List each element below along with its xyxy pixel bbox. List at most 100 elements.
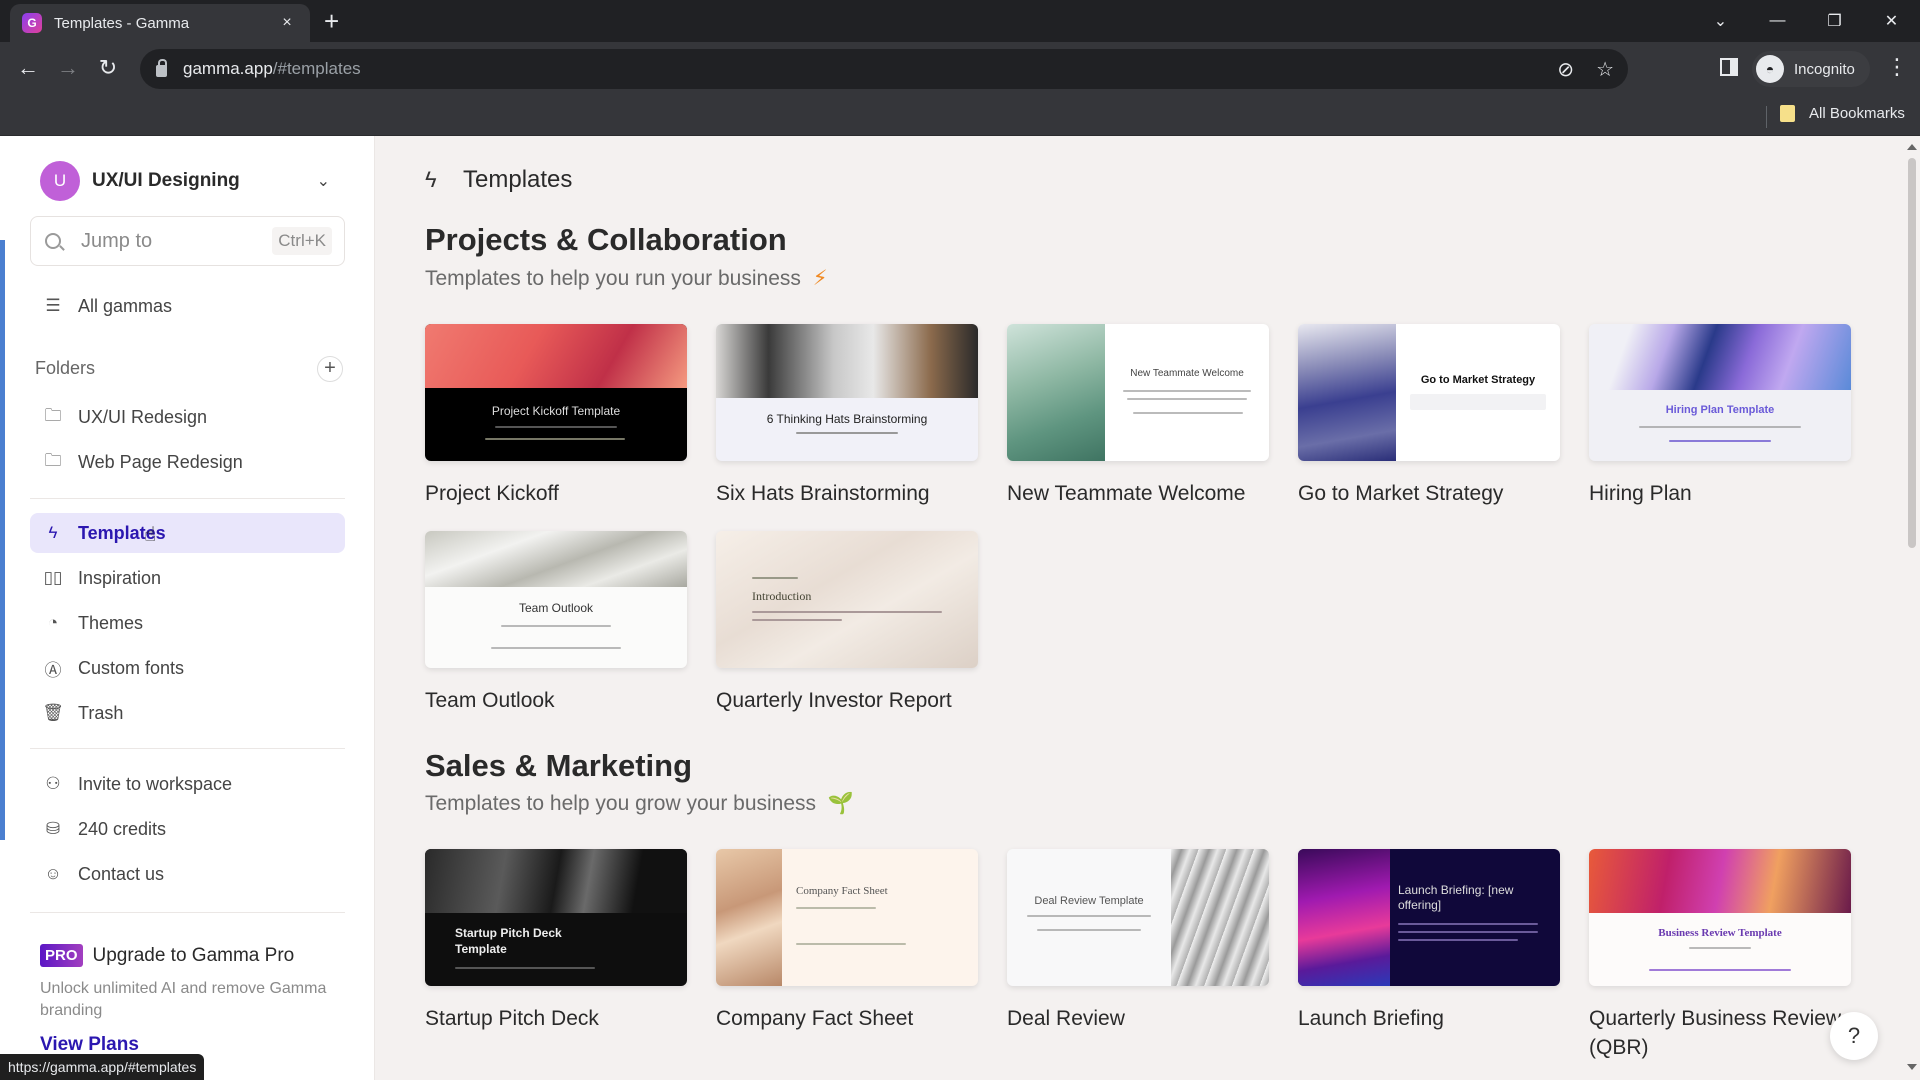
sidebar-item-custom-fonts[interactable]: Ⓐ Custom fonts [30,648,345,688]
template-card-deal-review[interactable]: Deal Review Template Deal Review [1007,849,1269,1033]
section-subtitle-projects: Templates to help you run your business … [425,266,827,291]
template-card-six-hats[interactable]: 6 Thinking Hats Brainstorming Six Hats B… [716,324,978,508]
thumbnail-title: Team Outlook [518,601,594,615]
section-subtitle-text: Templates to help you run your business [425,267,801,290]
close-window-icon[interactable]: ✕ [1863,11,1920,31]
template-card-qbr[interactable]: Business Review Template Quarterly Busin… [1589,849,1869,1062]
restore-icon[interactable]: ❐ [1806,11,1863,31]
template-card-go-to-market[interactable]: Go to Market Strategy Go to Market Strat… [1298,324,1560,508]
template-card-company-fact-sheet[interactable]: Company Fact Sheet Company Fact Sheet [716,849,978,1033]
browser-tab[interactable]: G Templates - Gamma × [10,4,310,42]
close-tab-button[interactable]: × [276,14,298,32]
forward-icon[interactable]: → [54,55,82,81]
reload-icon[interactable]: ↻ [94,55,122,81]
font-icon: Ⓐ [44,660,62,680]
page-header: ϟ Templates [425,166,572,194]
template-label: Six Hats Brainstorming [716,482,930,505]
bookmark-folder-icon [1780,105,1795,122]
incognito-profile-button[interactable]: ◓ Incognito [1752,51,1870,87]
back-icon[interactable]: ← [14,55,42,81]
sidebar-item-contact[interactable]: ☺ Contact us [30,854,345,894]
workspace-switcher[interactable]: U UX/UI Designing ⌄ [40,160,330,202]
template-label: Go to Market Strategy [1298,482,1504,505]
minimize-icon[interactable]: — [1749,12,1806,30]
template-card-startup-pitch[interactable]: Startup Pitch Deck Template Startup Pitc… [425,849,687,1033]
sidebar-item-all-gammas[interactable]: ☰ All gammas [30,286,345,326]
window-controls: ⌄ — ❐ ✕ [1692,0,1920,42]
sidebar-item-label: Themes [78,612,144,633]
sidebar-item-credits[interactable]: ⛁ 240 credits [30,809,345,849]
template-label: Deal Review [1007,1007,1125,1030]
thumbnail-title: Go to Market Strategy [1420,374,1536,386]
page-title: Templates [463,166,573,193]
all-bookmarks-button[interactable]: All Bookmarks [1780,105,1905,122]
sidebar-item-label: Invite to workspace [78,773,233,794]
search-icon [45,233,61,249]
coins-icon: ⛁ [45,819,61,838]
status-bar-url: https://gamma.app/#templates [0,1054,205,1080]
template-label: New Teammate Welcome [1007,482,1246,505]
section-subtitle-text: Templates to help you grow your business [425,792,817,815]
kebab-menu-icon[interactable]: ⋮ [1886,54,1908,80]
lightning-icon: ϟ [425,167,437,192]
folder-icon: 🗀 [44,405,62,425]
thumbnail-title: Startup Pitch Deck Template [455,926,562,956]
sidebar-item-folder-web-page-redesign[interactable]: 🗀 Web Page Redesign [30,442,345,482]
scroll-thumb[interactable] [1908,158,1916,548]
template-card-launch-briefing[interactable]: Launch Briefing: [new offering] Launch B… [1298,849,1560,1033]
template-card-team-outlook[interactable]: Team Outlook Team Outlook [425,531,687,715]
url-host: gamma.app [183,59,273,78]
template-thumbnail: Go to Market Strategy [1298,324,1560,461]
side-panel-icon[interactable] [1720,58,1738,76]
thumbnail-title: 6 Thinking Hats Brainstorming [766,412,928,426]
thumbnail-title: Hiring Plan Template [1665,404,1775,416]
page-scrollbar[interactable] [1904,136,1920,1080]
palette-icon: ◔ [47,613,59,632]
template-thumbnail: Launch Briefing: [new offering] [1298,849,1560,986]
scroll-down-arrow-icon[interactable] [1907,1064,1917,1070]
template-thumbnail: 6 Thinking Hats Brainstorming [716,324,978,461]
sidebar-item-themes[interactable]: ◔ Themes [30,603,345,643]
tab-search-icon[interactable]: ⌄ [1692,11,1749,31]
template-thumbnail: New Teammate Welcome [1007,324,1269,461]
add-folder-button[interactable]: + [317,356,343,382]
template-thumbnail: Company Fact Sheet [716,849,978,986]
chat-smile-icon: ☺ [44,864,62,883]
gamma-logo-icon: G [22,13,42,33]
workspace-avatar: U [40,161,80,201]
bookmarks-bar: All Bookmarks [0,96,1920,136]
sidebar-item-inspiration[interactable]: ▯▯ Inspiration [30,558,345,598]
new-tab-button[interactable]: + [324,8,339,34]
all-bookmarks-label: All Bookmarks [1809,105,1905,122]
upgrade-banner: PRO Upgrade to Gamma Pro [40,944,294,967]
sidebar-item-templates[interactable]: ϟ Templates [30,513,345,553]
profile-label: Incognito [1794,60,1855,78]
sidebar-item-folder-ux-ui-redesign[interactable]: 🗀 UX/UI Redesign [30,397,345,437]
sidebar-item-invite[interactable]: ⚇ Invite to workspace [30,764,345,804]
eye-off-icon[interactable]: ⊘ [1557,57,1574,82]
view-plans-link[interactable]: View Plans [40,1034,139,1056]
scroll-up-arrow-icon[interactable] [1907,144,1917,150]
template-thumbnail: Startup Pitch Deck Template [425,849,687,986]
section-title-sales: Sales & Marketing [425,748,693,783]
star-icon[interactable]: ☆ [1596,57,1614,82]
sidebar: U UX/UI Designing ⌄ Jump to Ctrl+K ☰ All… [0,136,375,1080]
sidebar-item-label: Trash [78,702,124,723]
template-thumbnail: Introduction [716,531,978,668]
lock-icon[interactable] [156,59,167,77]
thumbnail-title: Business Review Template [1658,927,1782,939]
help-button[interactable]: ? [1830,1012,1878,1060]
template-label: Quarterly Investor Report [716,689,952,712]
sidebar-item-trash[interactable]: 🗑 Trash [30,693,345,733]
template-card-hiring-plan[interactable]: Hiring Plan Template Hiring Plan [1589,324,1851,508]
template-card-project-kickoff[interactable]: Project Kickoff Template Project Kickoff [425,324,687,508]
bookmarks-divider [1766,106,1767,128]
template-card-new-teammate[interactable]: New Teammate Welcome New Teammate Welcom… [1007,324,1269,508]
jump-to-search[interactable]: Jump to Ctrl+K [30,216,345,266]
template-card-quarterly-investor[interactable]: Introduction Quarterly Investor Report [716,531,978,715]
template-label: Launch Briefing [1298,1007,1444,1030]
sidebar-accent-bar [0,240,5,840]
template-label: Team Outlook [425,689,555,712]
jump-to-placeholder: Jump to [81,229,153,252]
address-bar[interactable]: gamma.app/#templates ⊘ ☆ [140,49,1628,89]
